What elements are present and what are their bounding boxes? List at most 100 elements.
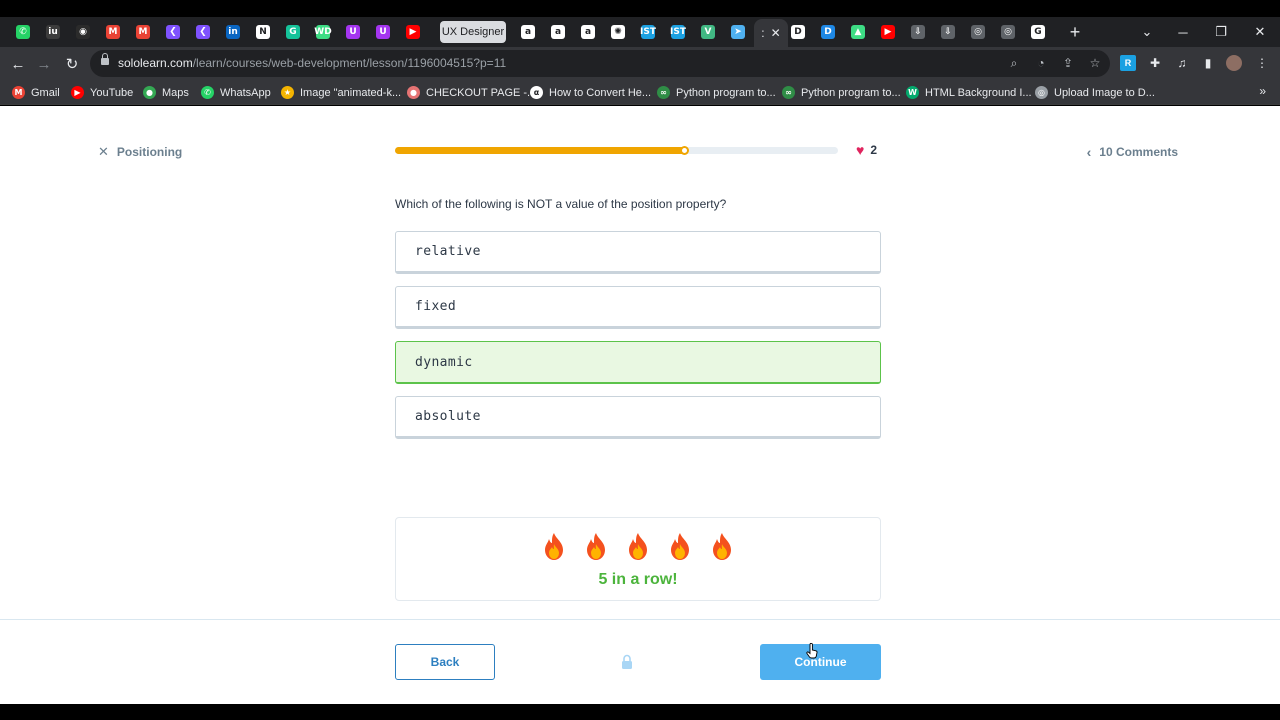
browser-tab[interactable]: G [1027,21,1049,43]
browser-tab[interactable]: IST [667,21,689,43]
download-icon: ⇩ [911,25,925,39]
lock-icon [622,654,632,669]
back-button[interactable]: Back [395,644,495,680]
browser-tab[interactable]: ✆ [12,21,34,43]
tab-search-icon[interactable]: ⌄ [1132,21,1162,43]
bookmark-item[interactable]: M Gmail [12,84,60,101]
comments-label: 10 Comments [1099,145,1178,159]
restore-button[interactable]: ❐ [1206,21,1236,43]
extensions-puzzle-icon[interactable]: ✚ [1147,55,1163,71]
d-icon: D [821,25,835,39]
browser-tab[interactable]: ◉ [72,21,94,43]
browser-tab[interactable]: ▶ [877,21,899,43]
browser-tab[interactable]: M [102,21,124,43]
bookmark-item[interactable]: ◎ Upload Image to D... [1035,84,1155,101]
tab-group-ux-designer[interactable]: UX Designer [440,21,506,43]
side-panel-icon[interactable]: ▮ [1200,55,1216,71]
globe-icon: ◎ [1035,86,1048,99]
bookmark-item[interactable]: ▶ YouTube [71,84,133,101]
forward-arrow-icon[interactable]: → [32,52,56,76]
browser-toolbar: ← → ↻ sololearn.com/learn/courses/web-de… [0,47,1280,80]
new-tab-button[interactable]: + [1064,21,1086,43]
browser-tab[interactable]: V [697,21,719,43]
bookmark-item[interactable]: α How to Convert He... [530,84,651,101]
gfg-icon: ∞ [657,86,670,99]
more-bookmarks-icon[interactable]: » [1259,84,1266,98]
minimize-button[interactable]: ─ [1168,21,1198,43]
menu-dots-icon[interactable]: ⋮ [1254,55,1270,71]
browser-tab[interactable]: in [222,21,244,43]
browser-tab[interactable]: ▶ [402,21,424,43]
browser-tab[interactable]: ▲ [847,21,869,43]
browser-tab[interactable]: ◎ [967,21,989,43]
github-icon: ◉ [76,25,90,39]
ist-icon: IST [640,25,656,39]
iu-icon: iu [46,25,60,39]
answer-option-fixed[interactable]: fixed [395,286,881,329]
browser-tab[interactable]: a [577,21,599,43]
browser-tab[interactable]: IST [637,21,659,43]
browser-tab[interactable]: a [517,21,539,43]
amazon-icon: a [521,25,535,39]
bookmark-star-icon[interactable]: ☆ [1087,55,1103,71]
close-tab-icon[interactable]: ✕ [771,26,781,40]
udemy-icon: U [346,25,360,39]
w3-icon: W [906,86,919,99]
browser-tab[interactable]: ❮ [192,21,214,43]
bookmark-item[interactable]: ✆ WhatsApp [201,84,271,101]
browser-tab[interactable]: ◎ [997,21,1019,43]
active-tab[interactable]: : ✕ [754,19,788,47]
browser-tab[interactable]: D [817,21,839,43]
bookmark-label: How to Convert He... [549,86,652,99]
url-text[interactable]: sololearn.com/learn/courses/web-developm… [118,56,506,70]
speed-icon[interactable]: ◔ [1033,55,1049,71]
bookmark-item[interactable]: ● Maps [143,84,189,101]
youtube-icon: ▶ [406,25,420,39]
browser-tab[interactable]: M [132,21,154,43]
browser-tab[interactable]: D [787,21,809,43]
browser-tab[interactable]: ⇩ [937,21,959,43]
progress-knob [680,146,689,155]
globe-icon: ◎ [971,25,985,39]
bookmark-item[interactable]: W HTML Background I... [906,84,1032,101]
media-control-icon[interactable]: ♫ [1174,55,1190,71]
bookmark-item[interactable]: ∞ Python program to... [657,84,776,101]
profile-avatar[interactable] [1226,55,1242,71]
back-arrow-icon[interactable]: ← [6,52,30,76]
browser-tab[interactable]: N [252,21,274,43]
browser-tab[interactable]: iu [42,21,64,43]
browser-tab[interactable]: ✺ [607,21,629,43]
whatsapp-icon: ✆ [16,25,30,39]
comments-link[interactable]: ‹ 10 Comments [1087,144,1178,160]
continue-button[interactable]: Continue [760,644,881,680]
answer-option-absolute[interactable]: absolute [395,396,881,439]
answer-option-relative[interactable]: relative [395,231,881,274]
answer-option-dynamic[interactable]: dynamic [395,341,881,384]
zoom-icon[interactable]: ⌕ [1006,55,1022,71]
bookmark-item[interactable]: ● CHECKOUT PAGE -... [407,84,536,101]
browser-tab[interactable]: ⇩ [907,21,929,43]
bookmarks-bar: M Gmail ▶ YouTube ● Maps ✆ WhatsApp ★ Image "anim… [0,80,1280,105]
reload-icon[interactable]: ↻ [60,52,84,76]
active-tab-label: : [761,26,765,40]
flame-icon [587,533,605,560]
bookmark-item[interactable]: ∞ Python program to... [782,84,901,101]
browser-tab[interactable]: U [372,21,394,43]
share-icon[interactable]: ⇪ [1060,55,1076,71]
browser-tab[interactable]: WD [312,21,334,43]
lesson-close-link[interactable]: ✕ Positioning [98,144,182,160]
browser-tab[interactable]: ❮ [162,21,184,43]
close-icon[interactable]: ✕ [98,144,109,160]
extension-r-icon[interactable]: R [1120,55,1136,71]
bookmark-label: Maps [162,86,189,99]
amazon-icon: a [581,25,595,39]
address-bar[interactable]: sololearn.com/learn/courses/web-developm… [90,50,1110,77]
browser-tab[interactable]: U [342,21,364,43]
browser-tab[interactable]: ➤ [727,21,749,43]
bookmark-item[interactable]: ★ Image "animated-k... [281,84,401,101]
bookmark-label: YouTube [90,86,134,99]
question-text: Which of the following is NOT a value of… [395,197,727,211]
browser-tab[interactable]: G [282,21,304,43]
browser-tab[interactable]: a [547,21,569,43]
close-window-button[interactable]: ✕ [1245,21,1275,43]
